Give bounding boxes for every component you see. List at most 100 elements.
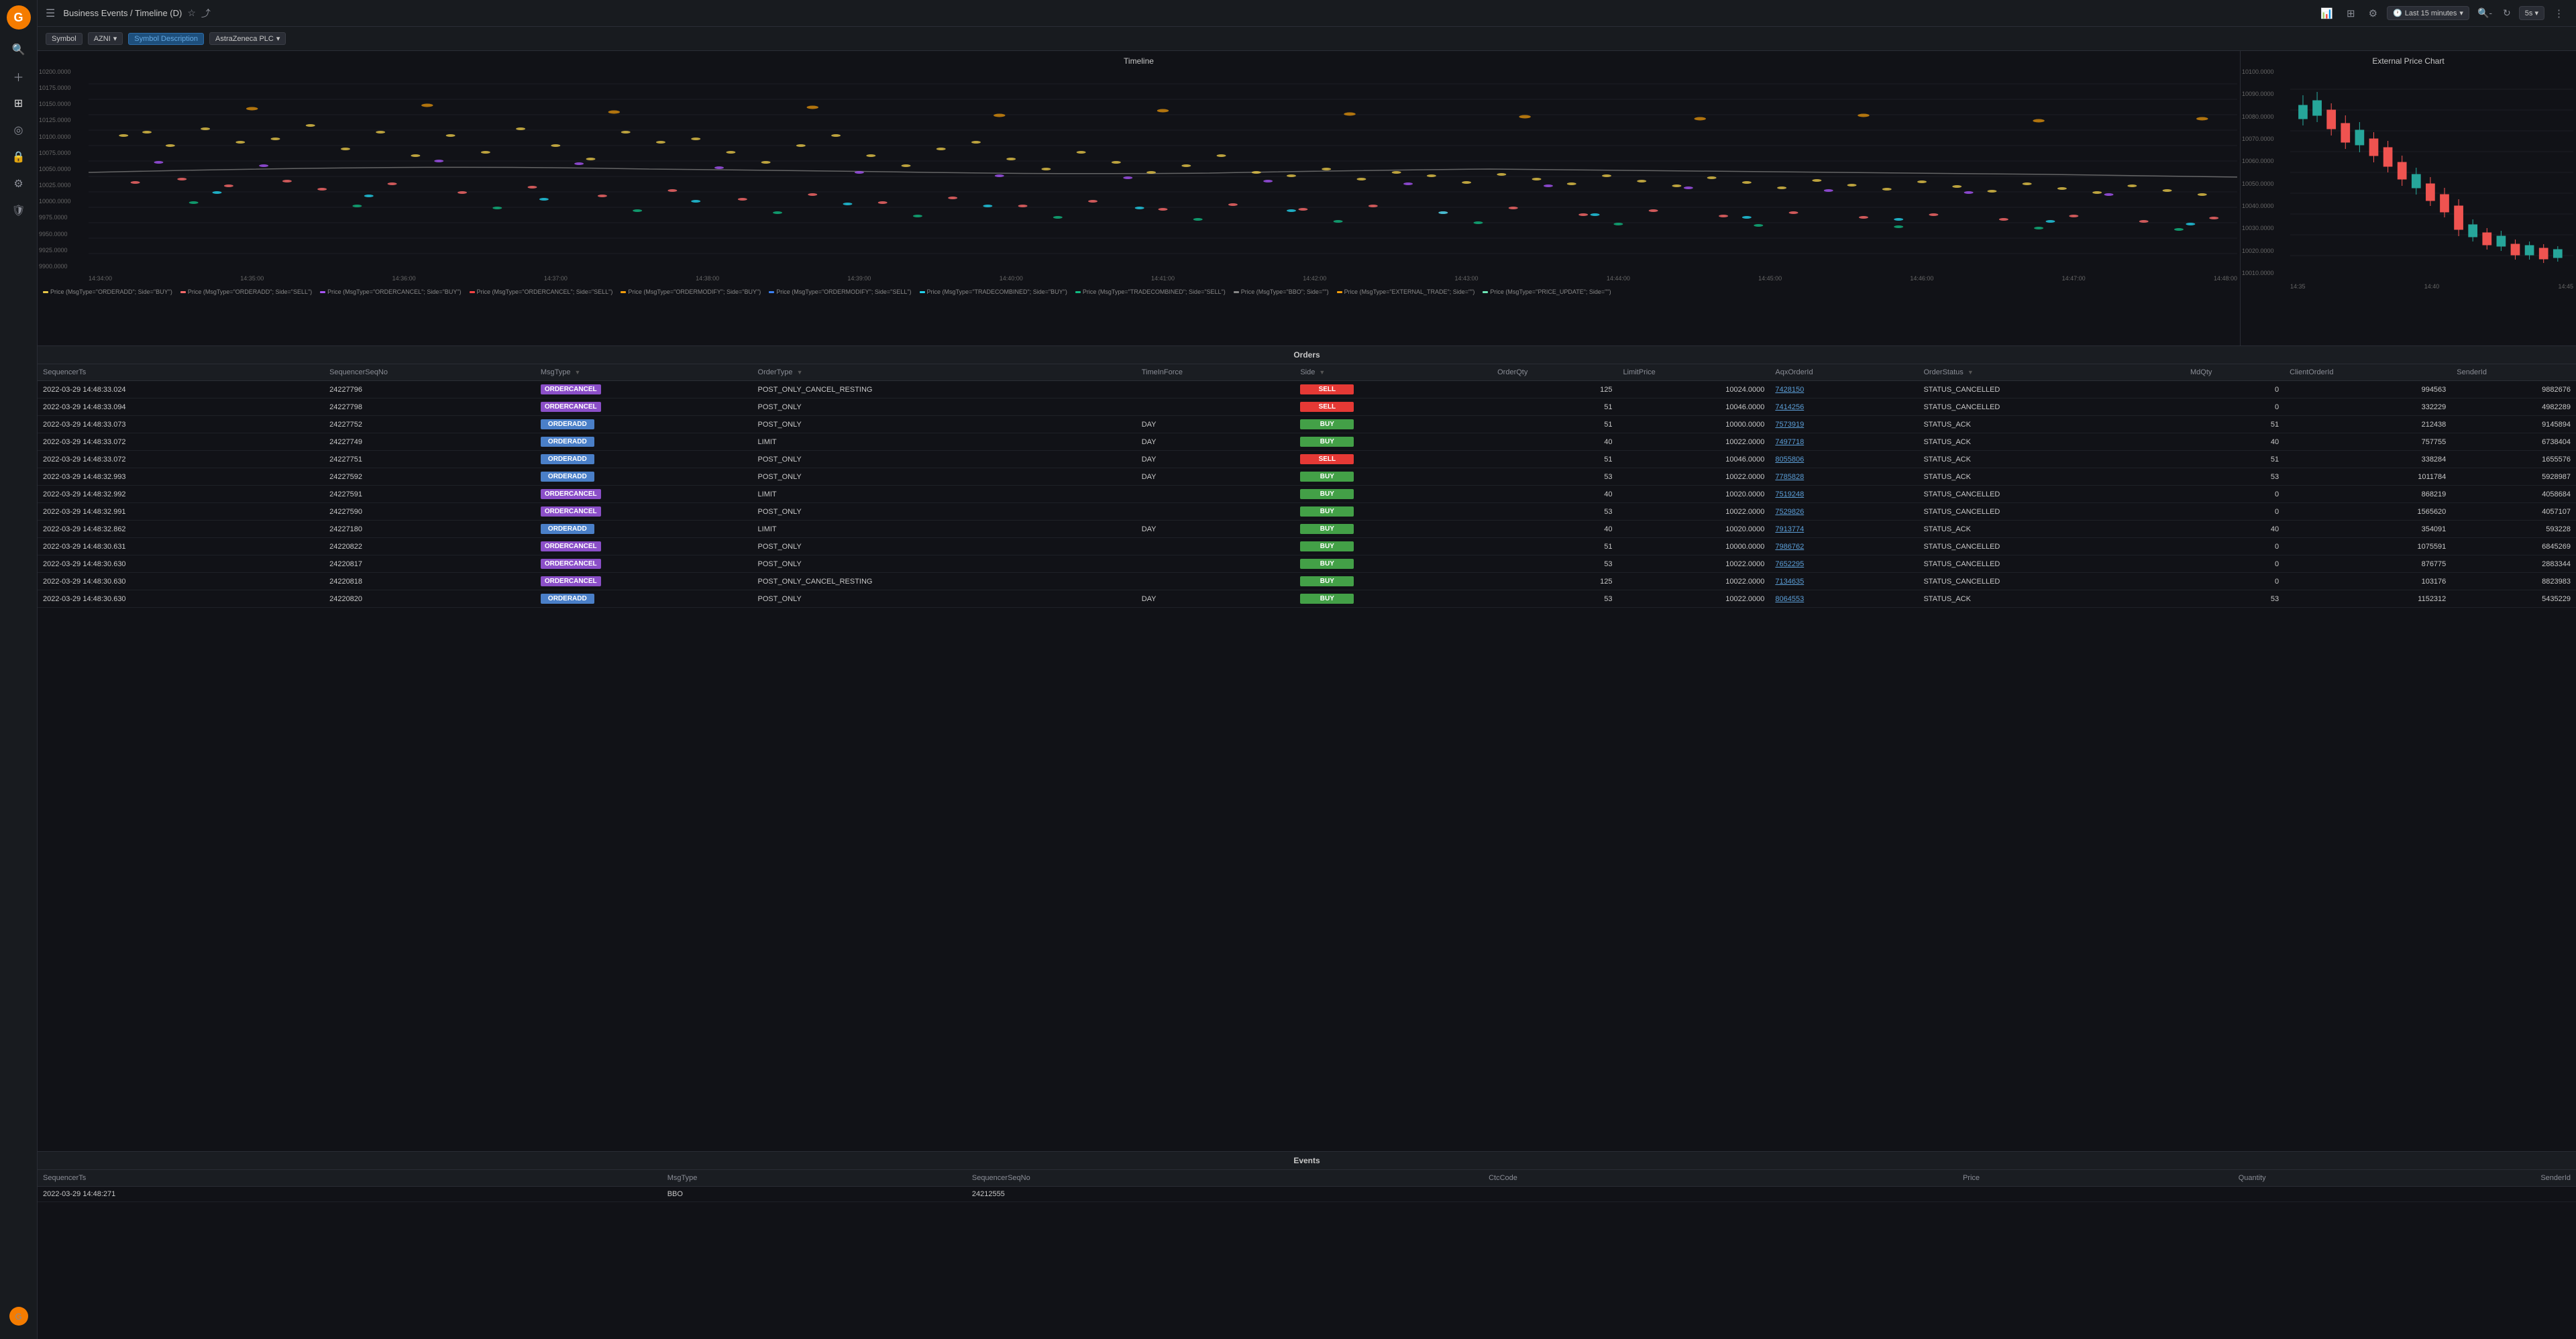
zoom-out-btn[interactable]: 🔍- xyxy=(2475,5,2495,21)
row-mdqty: 40 xyxy=(2185,521,2284,538)
row-mdqty: 0 xyxy=(2185,573,2284,590)
row-seqno: 24227592 xyxy=(324,468,535,486)
col-timeinforce: TimeInForce xyxy=(1136,364,1295,381)
row-qty: 40 xyxy=(1492,521,1617,538)
topbar-settings-btn[interactable]: ⚙ xyxy=(2365,5,2381,22)
row-clientid: 1011784 xyxy=(2284,468,2451,486)
description-value-dropdown[interactable]: AstraZeneca PLC ▾ xyxy=(209,32,286,45)
table-row: 2022-03-29 14:48:33.024 24227796 ORDERCA… xyxy=(38,381,2576,398)
app-logo[interactable]: G xyxy=(7,5,31,30)
sidebar-item-add[interactable]: ＋ xyxy=(7,64,31,89)
y-label-6: 10050.0000 xyxy=(39,166,87,172)
events-table-header: SequencerTs MsgType SequencerSeqNo CtcCo… xyxy=(38,1170,2576,1187)
row-qty: 40 xyxy=(1492,433,1617,451)
row-limitprice: 10024.0000 xyxy=(1618,381,1770,398)
row-timeinforce: DAY xyxy=(1136,468,1295,486)
dashboard-view-btn[interactable]: ⊞ xyxy=(2343,5,2359,22)
sidebar-item-search[interactable]: 🔍 xyxy=(7,38,31,62)
row-ts: 2022-03-29 14:48:32.991 xyxy=(38,503,324,521)
evt-quantity xyxy=(1985,1187,2271,1202)
row-status: STATUS_CANCELLED xyxy=(1918,398,2185,416)
star-icon[interactable]: ☆ xyxy=(187,7,196,19)
row-ts: 2022-03-29 14:48:32.862 xyxy=(38,521,324,538)
row-ordertype: LIMIT xyxy=(753,433,1136,451)
events-table-body: 2022-03-29 14:48:271 BBO 24212555 xyxy=(38,1187,2576,1202)
row-aqxid: 7913774 xyxy=(1770,521,1918,538)
interval-selector[interactable]: 5s ▾ xyxy=(2519,6,2544,20)
sidebar-item-shield[interactable]: 🛡 xyxy=(7,199,31,223)
row-ts: 2022-03-29 14:48:33.073 xyxy=(38,416,324,433)
row-aqxid: 7785828 xyxy=(1770,468,1918,486)
row-aqxid: 7986762 xyxy=(1770,538,1918,555)
ext-y-1: 10090.0000 xyxy=(2242,91,2289,97)
symbol-value-dropdown[interactable]: AZNI ▾ xyxy=(88,32,123,45)
x-label-0: 14:34:00 xyxy=(89,275,112,282)
sidebar-item-circle[interactable]: ◎ xyxy=(7,118,31,142)
chart-view-btn[interactable]: 📊 xyxy=(2316,5,2337,22)
row-side: BUY xyxy=(1295,416,1492,433)
events-section: Events SequencerTs MsgType SequencerSeqN… xyxy=(38,1151,2576,1339)
symbol-filter-tag[interactable]: Symbol xyxy=(46,33,83,45)
row-status: STATUS_ACK xyxy=(1918,468,2185,486)
evt-col-price: Price xyxy=(1778,1170,1985,1187)
row-qty: 53 xyxy=(1492,468,1617,486)
table-row: 2022-03-29 14:48:30.630 24220817 ORDERCA… xyxy=(38,555,2576,573)
events-table-container[interactable]: SequencerTs MsgType SequencerSeqNo CtcCo… xyxy=(38,1170,2576,1339)
row-seqno: 24220820 xyxy=(324,590,535,608)
row-ts: 2022-03-29 14:48:32.993 xyxy=(38,468,324,486)
external-price-chart[interactable]: External Price Chart 10100.0000 10090.00… xyxy=(2241,51,2576,345)
clock-icon: 🕐 xyxy=(2393,9,2402,17)
table-row: 2022-03-29 14:48:32.992 24227591 ORDERCA… xyxy=(38,486,2576,503)
row-limitprice: 10022.0000 xyxy=(1618,433,1770,451)
symbol-value: AZNI xyxy=(94,35,111,43)
row-qty: 40 xyxy=(1492,486,1617,503)
row-clientid: 103176 xyxy=(2284,573,2451,590)
sidebar-item-user[interactable]: G xyxy=(7,1304,31,1328)
description-filter-tag[interactable]: Symbol Description xyxy=(128,33,204,45)
row-clientid: 1152312 xyxy=(2284,590,2451,608)
time-range-selector[interactable]: 🕐 Last 15 minutes ▾ xyxy=(2387,6,2469,20)
x-label-8: 14:42:00 xyxy=(1303,275,1326,282)
row-seqno: 24220822 xyxy=(324,538,535,555)
col-limitprice: LimitPrice xyxy=(1618,364,1770,381)
share-icon[interactable]: ⤴ xyxy=(201,7,211,20)
row-clientid: 868219 xyxy=(2284,486,2451,503)
row-ordertype: LIMIT xyxy=(753,486,1136,503)
ext-y-5: 10050.0000 xyxy=(2242,180,2289,187)
more-options-btn[interactable]: ⋮ xyxy=(2550,5,2568,22)
row-msgtype: ORDERCANCEL xyxy=(535,486,753,503)
row-ordertype: POST_ONLY xyxy=(753,416,1136,433)
x-label-6: 14:40:00 xyxy=(1000,275,1023,282)
row-limitprice: 10000.0000 xyxy=(1618,416,1770,433)
row-timeinforce: DAY xyxy=(1136,521,1295,538)
row-side: BUY xyxy=(1295,590,1492,608)
row-msgtype: ORDERADD xyxy=(535,451,753,468)
row-senderid: 9882676 xyxy=(2451,381,2576,398)
col-clientorderid: ClientOrderId xyxy=(2284,364,2451,381)
row-msgtype: ORDERADD xyxy=(535,590,753,608)
row-side: BUY xyxy=(1295,573,1492,590)
sidebar-item-settings[interactable]: ⚙ xyxy=(7,172,31,196)
row-status: STATUS_ACK xyxy=(1918,451,2185,468)
row-aqxid: 7573919 xyxy=(1770,416,1918,433)
row-side: BUY xyxy=(1295,538,1492,555)
evt-ts: 2022-03-29 14:48:271 xyxy=(38,1187,662,1202)
row-limitprice: 10022.0000 xyxy=(1618,590,1770,608)
x-label-5: 14:39:00 xyxy=(847,275,871,282)
orders-section-header: Orders xyxy=(38,346,2576,364)
sidebar-item-lock[interactable]: 🔒 xyxy=(7,145,31,169)
x-label-10: 14:44:00 xyxy=(1607,275,1630,282)
sidebar-item-grid[interactable]: ⊞ xyxy=(7,91,31,115)
timeline-chart[interactable]: Timeline 10200.0000 10175.0000 10150.000… xyxy=(38,51,2241,345)
row-seqno: 24227590 xyxy=(324,503,535,521)
row-timeinforce xyxy=(1136,538,1295,555)
row-limitprice: 10022.0000 xyxy=(1618,503,1770,521)
row-status: STATUS_CANCELLED xyxy=(1918,381,2185,398)
row-ordertype: POST_ONLY_CANCEL_RESTING xyxy=(753,573,1136,590)
evt-senderid xyxy=(2271,1187,2576,1202)
row-limitprice: 10022.0000 xyxy=(1618,573,1770,590)
orders-table-container[interactable]: SequencerTs SequencerSeqNo MsgType ▼ Ord… xyxy=(38,364,2576,1151)
table-row: 2022-03-29 14:48:33.073 24227752 ORDERAD… xyxy=(38,416,2576,433)
row-aqxid: 7428150 xyxy=(1770,381,1918,398)
refresh-btn[interactable]: ↻ xyxy=(2500,5,2514,21)
